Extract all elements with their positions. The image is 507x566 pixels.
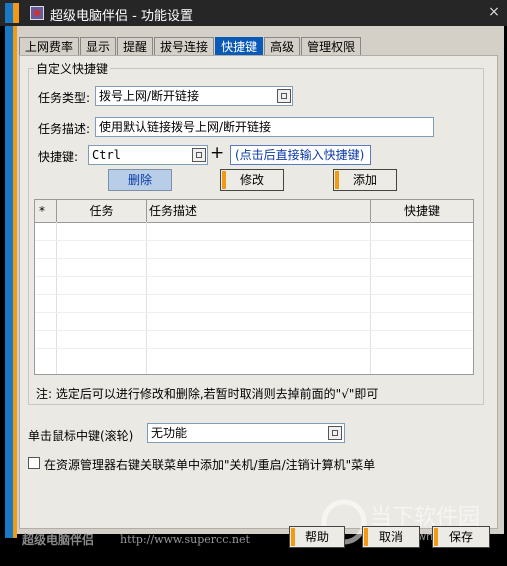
hotkey-capture-field[interactable]: (点击后直接输入快捷键) xyxy=(230,145,371,165)
middle-click-select[interactable]: 无功能 xyxy=(147,423,345,443)
app-window: 超级电脑伴侣 - 功能设置 × 上网费率 显示 提醒 拔号连接 快捷键 高级 管… xyxy=(0,0,507,566)
col-check-header[interactable]: * xyxy=(35,200,57,222)
modify-button-label: 修改 xyxy=(239,173,264,187)
grid-line xyxy=(56,222,57,374)
task-type-label: 任务类型: xyxy=(38,91,91,105)
task-desc-input[interactable]: 使用默认链接拨号上网/断开链接 xyxy=(95,117,434,137)
grid-line xyxy=(35,258,473,259)
button-accent-bar xyxy=(364,528,368,546)
delete-button[interactable]: 删除 xyxy=(108,169,172,191)
help-button[interactable]: 帮助 xyxy=(289,526,345,548)
add-button-label: 添加 xyxy=(352,173,377,187)
plus-sign: + xyxy=(210,143,225,163)
side-rail-blue xyxy=(5,26,13,538)
tab-reminder[interactable]: 提醒 xyxy=(117,37,154,56)
save-button-label: 保存 xyxy=(448,530,473,544)
help-button-label: 帮助 xyxy=(304,530,329,544)
app-icon xyxy=(30,6,44,20)
table-header: * 任务 任务描述 快捷键 xyxy=(35,200,473,223)
grid-line xyxy=(35,276,473,277)
tab-shortcuts[interactable]: 快捷键 xyxy=(215,37,264,56)
tab-dialup[interactable]: 拔号连接 xyxy=(154,37,215,56)
grid-line xyxy=(146,222,147,374)
middle-click-dropdown-icon[interactable] xyxy=(328,426,342,440)
modify-button[interactable]: 修改 xyxy=(220,169,284,191)
settings-tabs: 上网费率 显示 提醒 拔号连接 快捷键 高级 管理权限 xyxy=(19,37,362,56)
middle-click-label: 单击鼠标中键(滚轮) xyxy=(28,429,134,443)
cancel-button-label: 取消 xyxy=(378,530,403,544)
grid-line xyxy=(35,312,473,313)
hotkey-dropdown-icon[interactable] xyxy=(192,148,206,162)
tab-rates[interactable]: 上网费率 xyxy=(19,37,80,56)
context-menu-label[interactable]: 在资源管理器右键关联菜单中添加"关机/重启/注销计算机"菜单 xyxy=(44,456,375,473)
usage-note: 注: 选定后可以进行修改和删除,若暂时取消则去掉前面的"√"即可 xyxy=(36,387,379,401)
button-accent-bar xyxy=(291,528,295,546)
shortcut-group-title: 自定义快捷键 xyxy=(34,60,111,77)
context-menu-checkbox[interactable] xyxy=(28,457,40,469)
grid-line xyxy=(35,330,473,331)
hotkey-label: 快捷键: xyxy=(38,150,79,164)
hotkey-input[interactable]: Ctrl xyxy=(88,145,208,165)
task-desc-label: 任务描述: xyxy=(38,122,91,136)
shortcut-table[interactable]: * 任务 任务描述 快捷键 xyxy=(34,199,474,375)
footer-brand: 超级电脑伴侣 xyxy=(22,533,95,547)
col-desc-header[interactable]: 任务描述 xyxy=(147,200,371,222)
col-hotkey-header[interactable]: 快捷键 xyxy=(371,200,473,222)
close-icon[interactable]: × xyxy=(485,3,503,21)
task-type-dropdown-icon[interactable] xyxy=(277,89,291,103)
grid-line xyxy=(370,222,371,374)
button-accent-bar xyxy=(222,171,226,189)
add-button[interactable]: 添加 xyxy=(333,169,397,191)
grid-line xyxy=(35,348,473,349)
delete-button-label: 删除 xyxy=(127,173,152,187)
grid-line xyxy=(35,294,473,295)
col-task-header[interactable]: 任务 xyxy=(57,200,147,222)
tab-advanced[interactable]: 高级 xyxy=(264,37,301,56)
window-title: 超级电脑伴侣 - 功能设置 xyxy=(50,9,193,24)
tab-permissions[interactable]: 管理权限 xyxy=(301,37,362,56)
save-button[interactable]: 保存 xyxy=(432,526,490,548)
button-accent-bar xyxy=(335,171,339,189)
tab-display[interactable]: 显示 xyxy=(80,37,117,56)
grid-line xyxy=(35,240,473,241)
footer-url[interactable]: http://www.supercc.net xyxy=(120,533,250,546)
cancel-button[interactable]: 取消 xyxy=(362,526,420,548)
title-accent-orange xyxy=(13,3,19,23)
task-type-select[interactable]: 拨号上网/断开链接 xyxy=(95,86,293,106)
title-bar: 超级电脑伴侣 - 功能设置 × xyxy=(0,0,507,26)
title-accent-blue xyxy=(5,3,13,23)
button-accent-bar xyxy=(434,528,438,546)
